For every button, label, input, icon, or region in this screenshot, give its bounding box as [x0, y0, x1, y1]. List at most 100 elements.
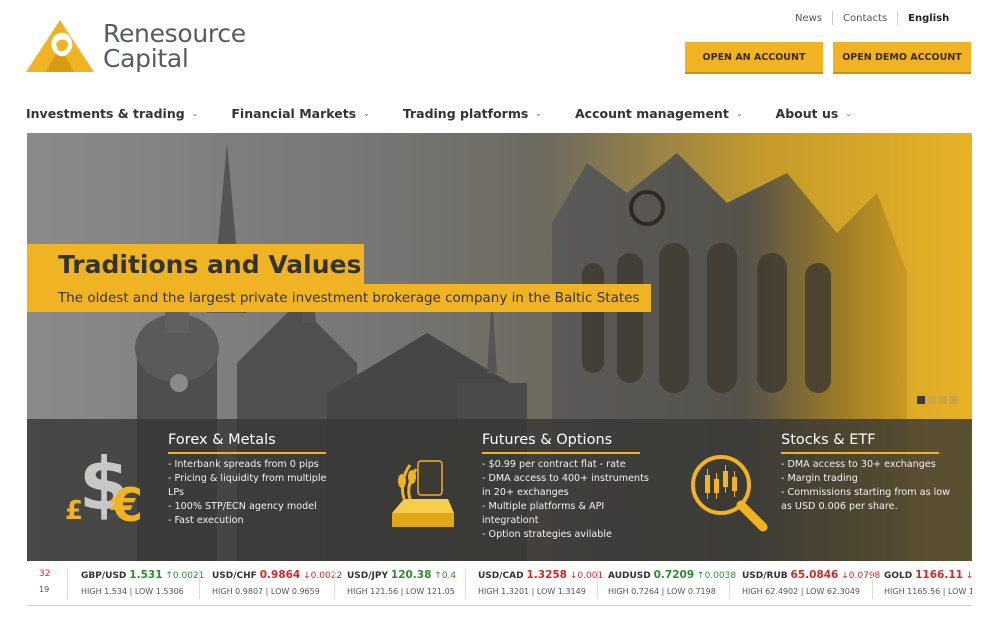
feature-bullet: - Interbank spreads from 0 pips [168, 459, 319, 470]
quote-symbol: AUDUSD [608, 571, 651, 581]
quote-usdjpy[interactable]: USD/JPY 120.38 ↑0.4 HIGH 121.56 | LOW 12… [347, 569, 456, 596]
feature-title: Forex & Metals [168, 432, 326, 454]
divider [872, 569, 873, 599]
feature-bullet: - Fast execution [168, 515, 244, 526]
chevron-down-icon: ⌄ [735, 109, 743, 118]
divider [729, 569, 730, 599]
chevron-down-icon: ⌄ [535, 109, 542, 118]
quote-high: HIGH 121.56 [347, 587, 399, 596]
quote-change: 0.0022 [310, 571, 343, 581]
quote-symbol: GBP/USD [81, 571, 127, 581]
nav-investments-trading[interactable]: Investments & trading ⌄ [26, 106, 198, 121]
language-selector[interactable]: English [898, 13, 959, 24]
down-arrow-icon: ↓ [841, 571, 849, 581]
slide-dot[interactable] [939, 396, 947, 404]
brand-name: Renesource Capital [103, 21, 246, 71]
svg-text:€: € [110, 478, 143, 523]
contacts-link[interactable]: Contacts [833, 13, 897, 24]
quote-audusd[interactable]: AUDUSD 0.7209 ↑0.0038 HIGH 0.7264 | LOW … [608, 569, 736, 596]
feature-bullet: - $0.99 per contract flat - rate [482, 459, 626, 470]
logo-mark-icon [26, 20, 94, 72]
divider [67, 569, 68, 599]
nav-trading-platforms[interactable]: Trading platforms ⌄ [403, 106, 542, 121]
quote-usdchf[interactable]: USD/CHF 0.9864 ↓0.0022 HIGH 0.9807 | LOW… [212, 569, 342, 596]
quote-low: LOW 1 [948, 587, 972, 596]
brand-line-2: Capital [103, 44, 189, 73]
feature-futures-options[interactable]: Futures & Options - $0.99 per contract f… [482, 429, 657, 542]
nav-financial-markets[interactable]: Financial Markets ⌄ [231, 106, 369, 121]
hero-title: Traditions and Values [27, 244, 364, 284]
feature-bullet: - Multiple platforms & API [482, 501, 605, 512]
brand-logo[interactable]: Renesource Capital [26, 20, 256, 74]
quote-gbpusd[interactable]: GBP/USD 1.531 ↑0.0021 HIGH 1.534 | LOW 1… [81, 569, 204, 596]
quote-low: LOW 1.3149 [536, 587, 586, 596]
down-arrow-icon: ↓ [966, 571, 972, 581]
nav-account-management[interactable]: Account management ⌄ [575, 106, 743, 121]
slide-dot[interactable] [950, 396, 958, 404]
feature-bullet: - DMA access to 400+ instruments [482, 473, 649, 484]
quote-symbol: USD/JPY [347, 571, 389, 581]
quote-usdrub[interactable]: USD/RUB 65.0846 ↓0.0798 HIGH 62.4902 | L… [742, 569, 880, 596]
slide-dot[interactable] [928, 396, 936, 404]
quote-change: 0.4 [441, 571, 457, 581]
nav-about-us[interactable]: About us ⌄ [776, 106, 852, 121]
quote-high: HIGH 0.7264 [608, 587, 660, 596]
quote-high: HIGH 1.3201 [478, 587, 530, 596]
up-arrow-icon: ↑ [165, 571, 173, 581]
partial-low: 19 [39, 585, 50, 594]
quote-value: 0.9864 [259, 569, 301, 581]
currency-icon: $ £ € [65, 442, 143, 523]
feature-bullet: - Option strategies avilable [482, 529, 612, 540]
slide-dot[interactable] [917, 396, 925, 404]
nav-label: About us [775, 106, 839, 121]
news-link[interactable]: News [785, 13, 832, 24]
quote-low: LOW 0.7198 [666, 587, 716, 596]
chevron-down-icon: ⌄ [845, 109, 852, 118]
commodities-icon [392, 460, 454, 527]
features-panel: $ £ € Forex & Metals - Interbank spreads… [27, 419, 972, 561]
hero-banner: Traditions and Values The oldest and the… [27, 133, 972, 561]
feature-stocks-etf[interactable]: Stocks & ETF - DMA access to 30+ exchang… [781, 429, 956, 514]
hero-subtitle: The oldest and the largest private inves… [27, 284, 651, 312]
quote-change: 0.001 [577, 571, 604, 581]
brand-line-1: Renesource [103, 19, 246, 48]
quote-low: LOW 0.9659 [270, 587, 320, 596]
quote-value: 120.38 [390, 569, 432, 581]
quote-change: 0.0038 [704, 571, 737, 581]
feature-bullet: - Commissions starting from as low [781, 487, 951, 498]
quote-symbol: USD/CHF [212, 571, 257, 581]
feature-bullet: LPs [168, 487, 184, 498]
divider [597, 569, 598, 599]
nav-label: Investments & trading [26, 106, 185, 121]
divider [334, 569, 335, 599]
chevron-down-icon: ⌄ [191, 109, 199, 118]
feature-bullet: - Pricing & liquidity from multiple [168, 473, 327, 484]
open-account-button[interactable]: OPEN AN ACCOUNT [685, 42, 823, 74]
nav-label: Trading platforms [402, 106, 529, 121]
quote-value: 1166.11 [915, 569, 963, 581]
feature-bullet: - 100% STP/ECN agency model [168, 501, 317, 512]
feature-title: Futures & Options [482, 432, 640, 454]
quote-value: 1.531 [129, 569, 163, 581]
open-demo-account-button[interactable]: OPEN DEMO ACCOUNT [833, 42, 971, 74]
quote-usdcad[interactable]: USD/CAD 1.3258 ↓0.001 HIGH 1.3201 | LOW … [478, 569, 603, 596]
chevron-down-icon: ⌄ [363, 109, 370, 118]
divider [199, 569, 200, 599]
feature-bullet: - DMA access to 30+ exchanges [781, 459, 936, 470]
quote-high: HIGH 1165.56 [884, 587, 941, 596]
quote-change: 0.0798 [848, 571, 881, 581]
partial-value: 32 [39, 569, 51, 579]
divider [465, 569, 466, 599]
up-arrow-icon: ↑ [697, 571, 705, 581]
feature-bullet: in 20+ exchanges [482, 487, 569, 498]
feature-bullet: - Margin trading [781, 473, 858, 484]
quote-gold[interactable]: GOLD 1166.11 ↓ HIGH 1165.56 | LOW 1 [884, 569, 972, 596]
quote-high: HIGH 0.9807 [212, 587, 264, 596]
quote-symbol: GOLD [884, 571, 913, 581]
quote-symbol: USD/CAD [478, 571, 524, 581]
quote-value: 65.0846 [790, 569, 839, 581]
ticker-partial: 32 19 [39, 569, 50, 594]
feature-forex-metals[interactable]: Forex & Metals - Interbank spreads from … [168, 429, 343, 528]
nav-label: Financial Markets [231, 106, 357, 121]
down-arrow-icon: ↓ [303, 571, 311, 581]
